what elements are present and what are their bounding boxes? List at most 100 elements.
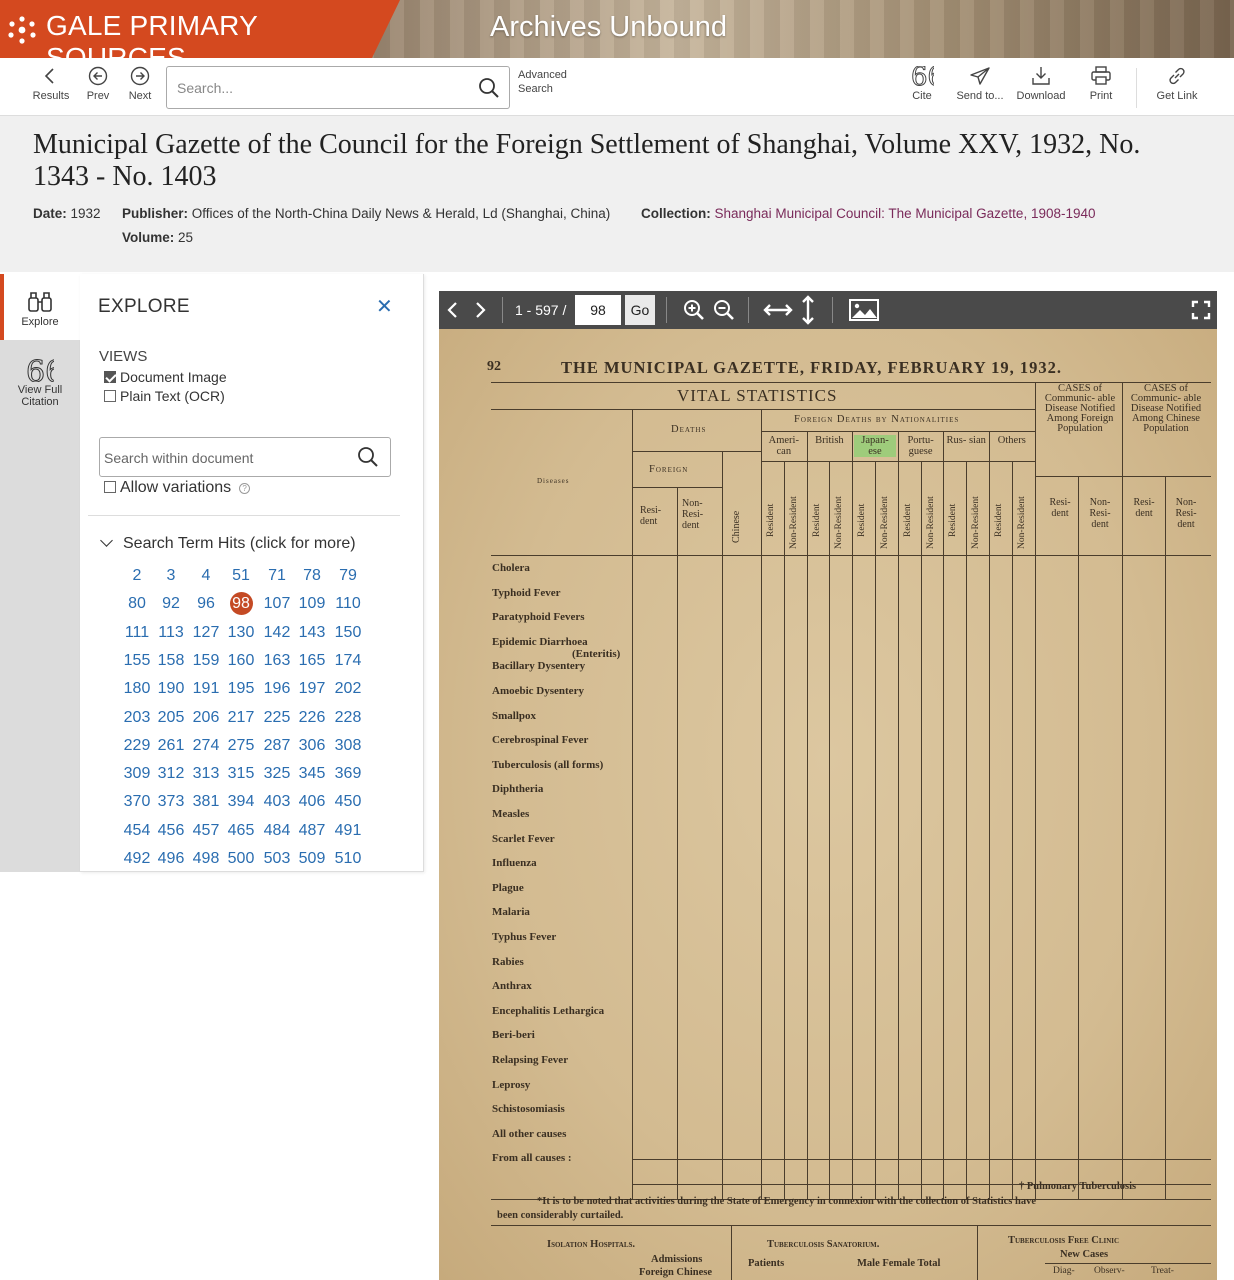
search-hit-page[interactable]: 142 xyxy=(260,621,294,645)
search-hit-page[interactable]: 111 xyxy=(120,621,154,645)
search-hit-page[interactable]: 394 xyxy=(224,790,258,814)
search-hit-page[interactable]: 4 xyxy=(189,564,223,588)
prev-button[interactable]: Prev xyxy=(80,58,116,116)
search-hit-page[interactable]: 127 xyxy=(189,621,223,645)
fit-height-icon[interactable] xyxy=(800,295,816,325)
rail-citation-button[interactable]: 66 View Full Citation xyxy=(0,358,80,408)
search-hit-page[interactable]: 509 xyxy=(295,847,329,871)
search-hit-page[interactable]: 205 xyxy=(154,706,188,730)
search-hit-page[interactable]: 190 xyxy=(154,677,188,701)
search-hits-toggle[interactable]: Search Term Hits (click for more) xyxy=(98,534,356,553)
search-hit-page[interactable]: 113 xyxy=(154,621,188,645)
search-hit-page[interactable]: 457 xyxy=(189,819,223,843)
search-hit-page[interactable]: 80 xyxy=(120,592,154,616)
collection-link[interactable]: Shanghai Municipal Council: The Municipa… xyxy=(715,206,1096,221)
fit-width-icon[interactable] xyxy=(762,300,794,320)
page-scan[interactable]: 92 THE MUNICIPAL GAZETTE, FRIDAY, FEBRUA… xyxy=(439,329,1217,1280)
cite-button[interactable]: 66 Cite xyxy=(902,58,942,116)
search-hit-page[interactable]: 313 xyxy=(189,762,223,786)
results-button[interactable]: Results xyxy=(28,58,74,116)
go-button[interactable]: Go xyxy=(625,295,655,325)
search-hit-page[interactable]: 228 xyxy=(331,706,365,730)
checkbox-icon[interactable] xyxy=(104,481,116,493)
rail-explore-button[interactable]: Explore xyxy=(0,274,80,344)
search-hit-page[interactable]: 229 xyxy=(120,734,154,758)
search-hit-page[interactable]: 498 xyxy=(189,847,223,871)
search-input[interactable] xyxy=(177,77,467,99)
search-hit-page[interactable]: 197 xyxy=(295,677,329,701)
search-hit-page[interactable]: 315 xyxy=(224,762,258,786)
search-hit-page[interactable]: 275 xyxy=(224,734,258,758)
search-hit-page[interactable]: 206 xyxy=(189,706,223,730)
search-hit-page[interactable]: 370 xyxy=(120,790,154,814)
print-button[interactable]: Print xyxy=(1082,58,1120,116)
search-hit-page[interactable]: 107 xyxy=(260,592,294,616)
search-icon[interactable] xyxy=(356,445,380,469)
view-ocr-option[interactable]: Plain Text (OCR) xyxy=(104,388,225,404)
search-hit-page[interactable]: 71 xyxy=(260,564,294,588)
search-hit-page[interactable]: 98 xyxy=(224,592,258,616)
search-hit-page[interactable]: 174 xyxy=(331,649,365,673)
send-to-button[interactable]: Send to... xyxy=(952,58,1008,116)
search-hit-page[interactable]: 308 xyxy=(331,734,365,758)
search-hit-page[interactable]: 79 xyxy=(331,564,365,588)
search-hit-page[interactable]: 225 xyxy=(260,706,294,730)
search-hit-page[interactable]: 158 xyxy=(154,649,188,673)
search-hit-page[interactable]: 381 xyxy=(189,790,223,814)
search-hit-page[interactable]: 496 xyxy=(154,847,188,871)
search-hit-page[interactable]: 165 xyxy=(295,649,329,673)
search-hit-page[interactable]: 491 xyxy=(331,819,365,843)
search-hit-page[interactable]: 130 xyxy=(224,621,258,645)
search-hit-page[interactable]: 196 xyxy=(260,677,294,701)
fullscreen-icon[interactable] xyxy=(1191,300,1211,320)
search-icon[interactable] xyxy=(477,76,501,100)
search-hit-page[interactable]: 456 xyxy=(154,819,188,843)
search-hit-page[interactable]: 287 xyxy=(260,734,294,758)
search-hit-page[interactable]: 195 xyxy=(224,677,258,701)
search-hit-page[interactable]: 369 xyxy=(331,762,365,786)
search-within-input[interactable] xyxy=(104,448,354,468)
search-hit-page[interactable]: 373 xyxy=(154,790,188,814)
next-button[interactable]: Next xyxy=(122,58,158,116)
close-icon[interactable]: ✕ xyxy=(376,294,393,319)
search-hit-page[interactable]: 500 xyxy=(224,847,258,871)
search-hit-page[interactable]: 92 xyxy=(154,592,188,616)
brand-block[interactable]: GALE PRIMARY SOURCES xyxy=(0,0,400,58)
page-number-input[interactable] xyxy=(575,295,621,325)
search-hit-page[interactable]: 261 xyxy=(154,734,188,758)
search-hit-page[interactable]: 202 xyxy=(331,677,365,701)
search-hit-page[interactable]: 191 xyxy=(189,677,223,701)
zoom-out-icon[interactable] xyxy=(712,298,736,322)
search-hit-page[interactable]: 78 xyxy=(295,564,329,588)
search-hit-page[interactable]: 465 xyxy=(224,819,258,843)
search-hit-page[interactable]: 163 xyxy=(260,649,294,673)
checkbox-icon[interactable] xyxy=(104,390,116,402)
search-hit-page[interactable]: 345 xyxy=(295,762,329,786)
chevron-left-icon[interactable] xyxy=(445,300,461,320)
search-hit-page[interactable]: 309 xyxy=(120,762,154,786)
chevron-right-icon[interactable] xyxy=(472,300,488,320)
search-hit-page[interactable]: 306 xyxy=(295,734,329,758)
search-hit-page[interactable]: 312 xyxy=(154,762,188,786)
search-hit-page[interactable]: 226 xyxy=(295,706,329,730)
help-icon[interactable]: ? xyxy=(239,483,251,494)
search-hit-page[interactable]: 492 xyxy=(120,847,154,871)
zoom-in-icon[interactable] xyxy=(682,298,706,322)
allow-variations-option[interactable]: Allow variations? xyxy=(104,479,251,497)
search-hit-page[interactable]: 403 xyxy=(260,790,294,814)
view-document-image-option[interactable]: Document Image xyxy=(104,369,227,385)
search-hit-page[interactable]: 109 xyxy=(295,592,329,616)
download-button[interactable]: Download xyxy=(1012,58,1070,116)
search-hit-page[interactable]: 2 xyxy=(120,564,154,588)
search-hit-page[interactable]: 180 xyxy=(120,677,154,701)
search-hit-page[interactable]: 454 xyxy=(120,819,154,843)
search-hit-page[interactable]: 51 xyxy=(224,564,258,588)
search-hit-page[interactable]: 155 xyxy=(120,649,154,673)
search-hit-page[interactable]: 406 xyxy=(295,790,329,814)
advanced-search-link[interactable]: Advanced Search xyxy=(518,68,578,96)
search-hit-page[interactable]: 3 xyxy=(154,564,188,588)
search-hit-page[interactable]: 150 xyxy=(331,621,365,645)
search-hit-page[interactable]: 274 xyxy=(189,734,223,758)
checkbox-checked-icon[interactable] xyxy=(104,371,116,383)
search-hit-page[interactable]: 325 xyxy=(260,762,294,786)
